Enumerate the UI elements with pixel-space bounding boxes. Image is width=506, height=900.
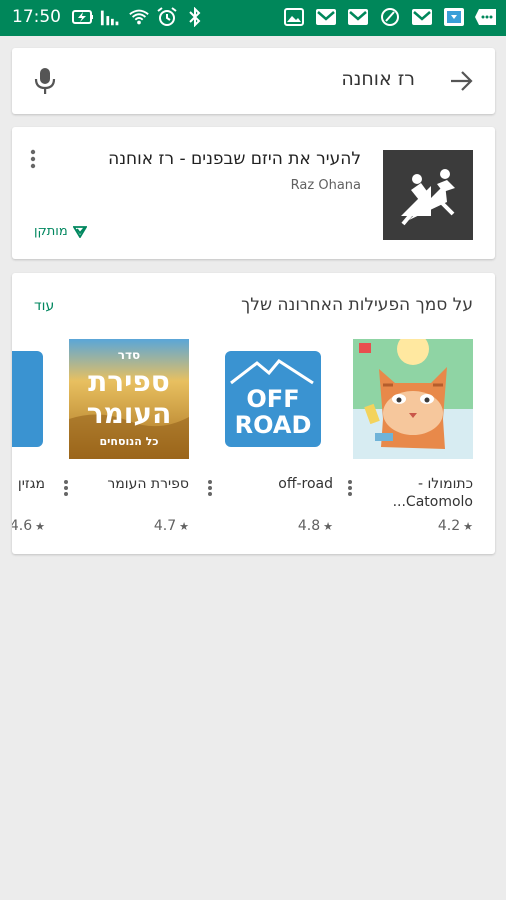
omer-bottom-text: כל הנוסחים	[100, 435, 159, 448]
omer-line1-text: ספירת	[88, 365, 170, 398]
back-arrow-icon[interactable]	[449, 69, 473, 93]
status-time: 17:50	[12, 7, 61, 27]
more-options-icon[interactable]	[30, 149, 36, 169]
speed-icon	[378, 6, 402, 28]
more-link[interactable]: עוד	[34, 298, 54, 314]
app-thumbnail[interactable]	[12, 339, 45, 459]
star-icon: ★	[179, 520, 189, 533]
star-icon: ★	[463, 520, 473, 533]
app-tile-magazine[interactable]: מגזין 4.6 ★	[12, 339, 45, 534]
app-thumbnail[interactable]: סדר ספירת העומר כל הנוסחים	[69, 339, 189, 459]
recommendations-heading: על סמך הפעילות האחרונה שלך	[241, 295, 473, 315]
search-query[interactable]: רז אוחנה	[341, 68, 415, 90]
app-title[interactable]: להעיר את היזם שבפנים - רז אוחנה	[108, 149, 361, 169]
shop-icon	[442, 6, 466, 28]
gmail-icon	[314, 6, 338, 28]
app-more-options-icon[interactable]	[207, 479, 213, 497]
app-name[interactable]: כתומולו - Catomolo...	[363, 475, 473, 511]
app-icon[interactable]	[383, 150, 473, 240]
recommendations-card: על סמך הפעילות האחרונה שלך עוד כתומולו -…	[12, 273, 495, 554]
gmail-icon	[410, 6, 434, 28]
star-icon: ★	[35, 520, 45, 533]
gmail-icon	[346, 6, 370, 28]
app-rating: 4.8 ★	[297, 518, 333, 534]
app-name[interactable]: ספירת העומר	[79, 475, 189, 493]
offroad-line1: OFF	[246, 385, 299, 413]
app-name[interactable]: off-road	[223, 475, 333, 493]
app-rating: 4.6 ★	[12, 518, 45, 534]
image-icon	[282, 6, 306, 28]
app-tile-offroad[interactable]: OFF ROAD off-road 4.8 ★	[208, 339, 333, 534]
app-result-card[interactable]: להעיר את היזם שבפנים - רז אוחנה Raz Ohan…	[12, 127, 495, 259]
app-rating: 4.2 ★	[437, 518, 473, 534]
star-icon: ★	[323, 520, 333, 533]
app-more-options-icon[interactable]	[347, 479, 353, 497]
app-more-options-icon[interactable]	[63, 479, 69, 497]
microphone-icon[interactable]	[34, 67, 56, 95]
omer-line2-text: העומר	[87, 397, 172, 430]
app-tile-sefirat-haomer[interactable]: סדר ספירת העומר כל הנוסחים ספירת העומר 4…	[64, 339, 189, 534]
app-thumbnail[interactable]: OFF ROAD	[213, 339, 333, 459]
alarm-icon	[156, 6, 178, 28]
app-thumbnail[interactable]	[353, 333, 473, 459]
search-bar[interactable]: רז אוחנה	[12, 48, 495, 114]
chat-icon	[474, 6, 498, 28]
app-developer: Raz Ohana	[290, 178, 361, 193]
bluetooth-icon	[184, 6, 206, 28]
offroad-line2: ROAD	[235, 411, 312, 439]
status-bar: 17:50	[0, 0, 506, 36]
signal-bars-icon	[100, 6, 122, 28]
installed-label: מותקן	[34, 224, 68, 239]
app-tile-catomolo[interactable]: כתומולו - Catomolo... 4.2 ★	[348, 333, 473, 534]
omer-top-text: סדר	[118, 348, 140, 362]
installed-check-icon	[72, 225, 87, 238]
app-name[interactable]: מגזין	[12, 475, 45, 493]
app-rating: 4.7 ★	[153, 518, 189, 534]
battery-charging-icon	[72, 6, 94, 28]
installed-badge: מותקן	[34, 224, 87, 239]
wifi-icon	[128, 6, 150, 28]
